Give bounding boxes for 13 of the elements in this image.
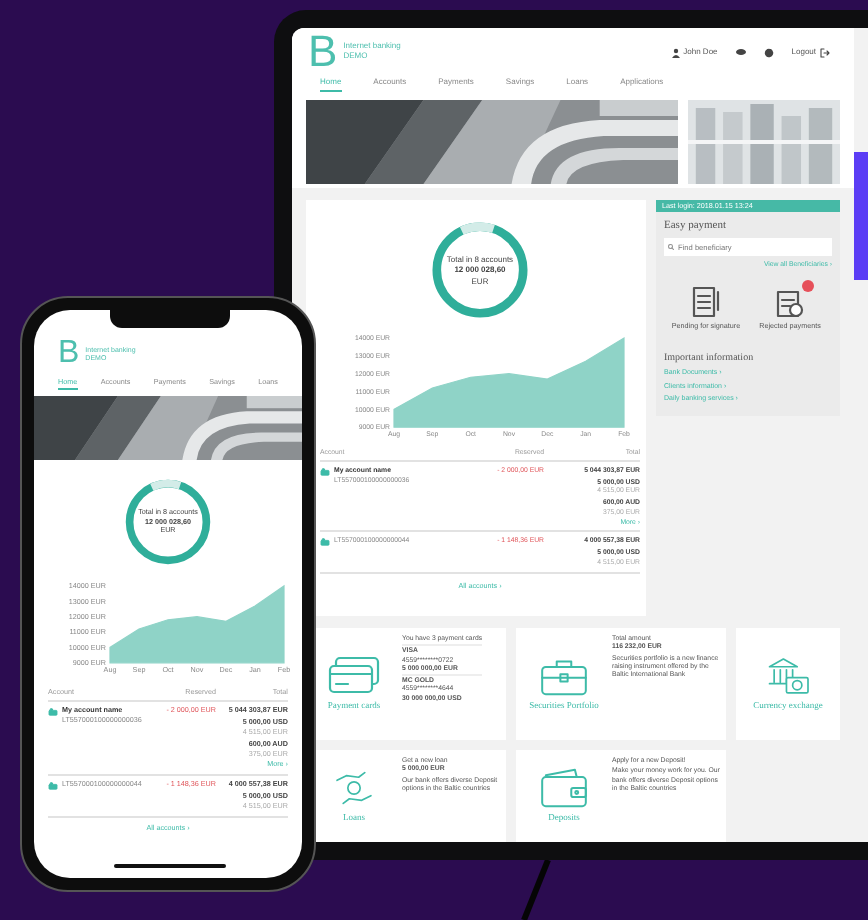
credit-card-icon: [328, 656, 380, 697]
home-indicator: [114, 864, 226, 868]
logo-letter: B: [308, 30, 338, 75]
logo-letter: B: [58, 338, 80, 370]
user-icon: [671, 47, 680, 58]
briefcase-icon: [538, 656, 590, 697]
document-icon[interactable]: [776, 286, 804, 319]
donut-ring: [120, 474, 216, 570]
wallet-icon: [538, 768, 590, 809]
search-icon: [668, 244, 674, 251]
phone-notch: [110, 310, 230, 328]
document-icon[interactable]: [692, 286, 720, 319]
logout-icon[interactable]: [820, 47, 830, 58]
